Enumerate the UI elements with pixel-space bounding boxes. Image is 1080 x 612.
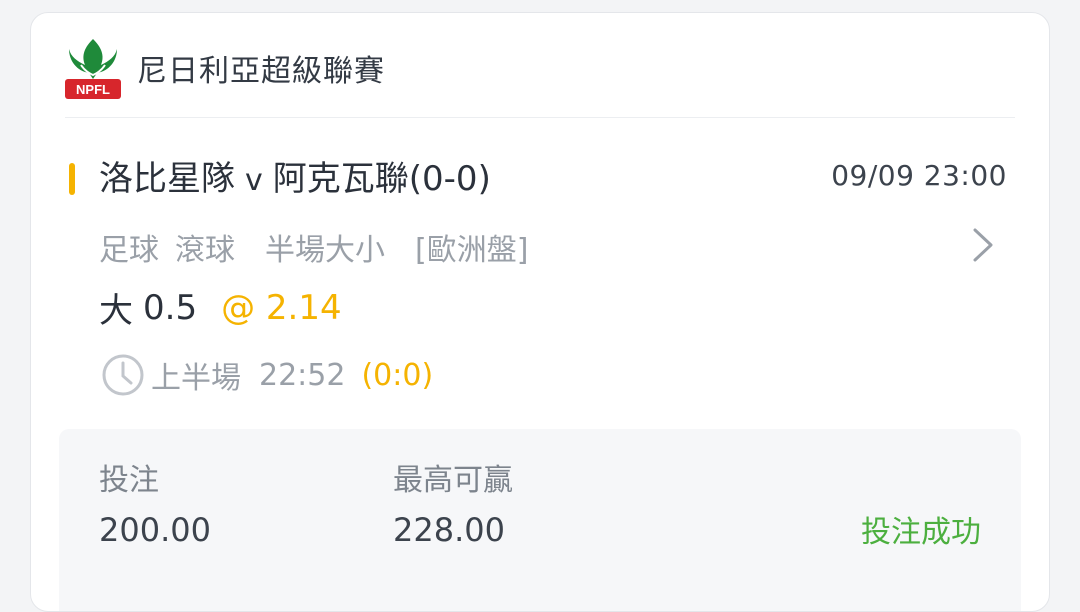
mode-label: 滾球 bbox=[175, 233, 235, 268]
clock-icon bbox=[101, 353, 145, 397]
sport-label: 足球 bbox=[99, 233, 159, 268]
odds-format-label: [歐洲盤] bbox=[415, 233, 529, 268]
match-score: (0-0) bbox=[408, 159, 491, 199]
period-time: 22:52 bbox=[259, 357, 346, 393]
stake-value: 200.00 bbox=[99, 511, 211, 549]
header-divider bbox=[65, 117, 1015, 118]
bet-summary: 投注 200.00 最高可贏 228.00 投注成功 bbox=[59, 429, 1021, 611]
pick-odds: @ 2.14 bbox=[221, 287, 342, 328]
league-header: NPFL 尼日利亞超級聯賽 bbox=[63, 33, 385, 103]
match-title: 洛比星隊 v 阿克瓦聯(0-0) bbox=[99, 151, 491, 200]
max-win-column: 最高可贏 228.00 bbox=[393, 455, 513, 549]
bet-status: 投注成功 bbox=[861, 515, 981, 550]
match-datetime: 09/09 23:00 bbox=[831, 159, 1007, 192]
period-score: (0:0) bbox=[361, 357, 434, 393]
market-label: 半場大小 bbox=[265, 233, 385, 268]
league-name: 尼日利亞超級聯賽 bbox=[137, 54, 385, 89]
accent-bar bbox=[69, 163, 75, 195]
logo-text: NPFL bbox=[76, 82, 110, 97]
vs-label: v bbox=[245, 163, 263, 198]
pick-selection: 大 bbox=[99, 291, 133, 331]
bet-meta: 足球 滾球 半場大小 [歐洲盤] bbox=[99, 225, 544, 269]
npfl-logo: NPFL bbox=[63, 35, 123, 101]
match-period: 上半場 22:52 (0:0) bbox=[151, 353, 433, 397]
away-team: 阿克瓦聯 bbox=[272, 159, 409, 199]
bet-card[interactable]: NPFL 尼日利亞超級聯賽 洛比星隊 v 阿克瓦聯(0-0) 09/09 23:00… bbox=[30, 12, 1050, 612]
stake-column: 投注 200.00 bbox=[99, 455, 211, 549]
home-team: 洛比星隊 bbox=[99, 159, 235, 199]
bet-pick: 大 0.5 @ 2.14 bbox=[99, 283, 342, 332]
period-label: 上半場 bbox=[151, 361, 241, 396]
pick-line: 0.5 bbox=[143, 287, 198, 328]
stake-label: 投注 bbox=[99, 463, 159, 498]
chevron-right-icon[interactable] bbox=[967, 227, 999, 263]
max-win-label: 最高可贏 bbox=[393, 463, 513, 498]
max-win-value: 228.00 bbox=[393, 511, 505, 549]
